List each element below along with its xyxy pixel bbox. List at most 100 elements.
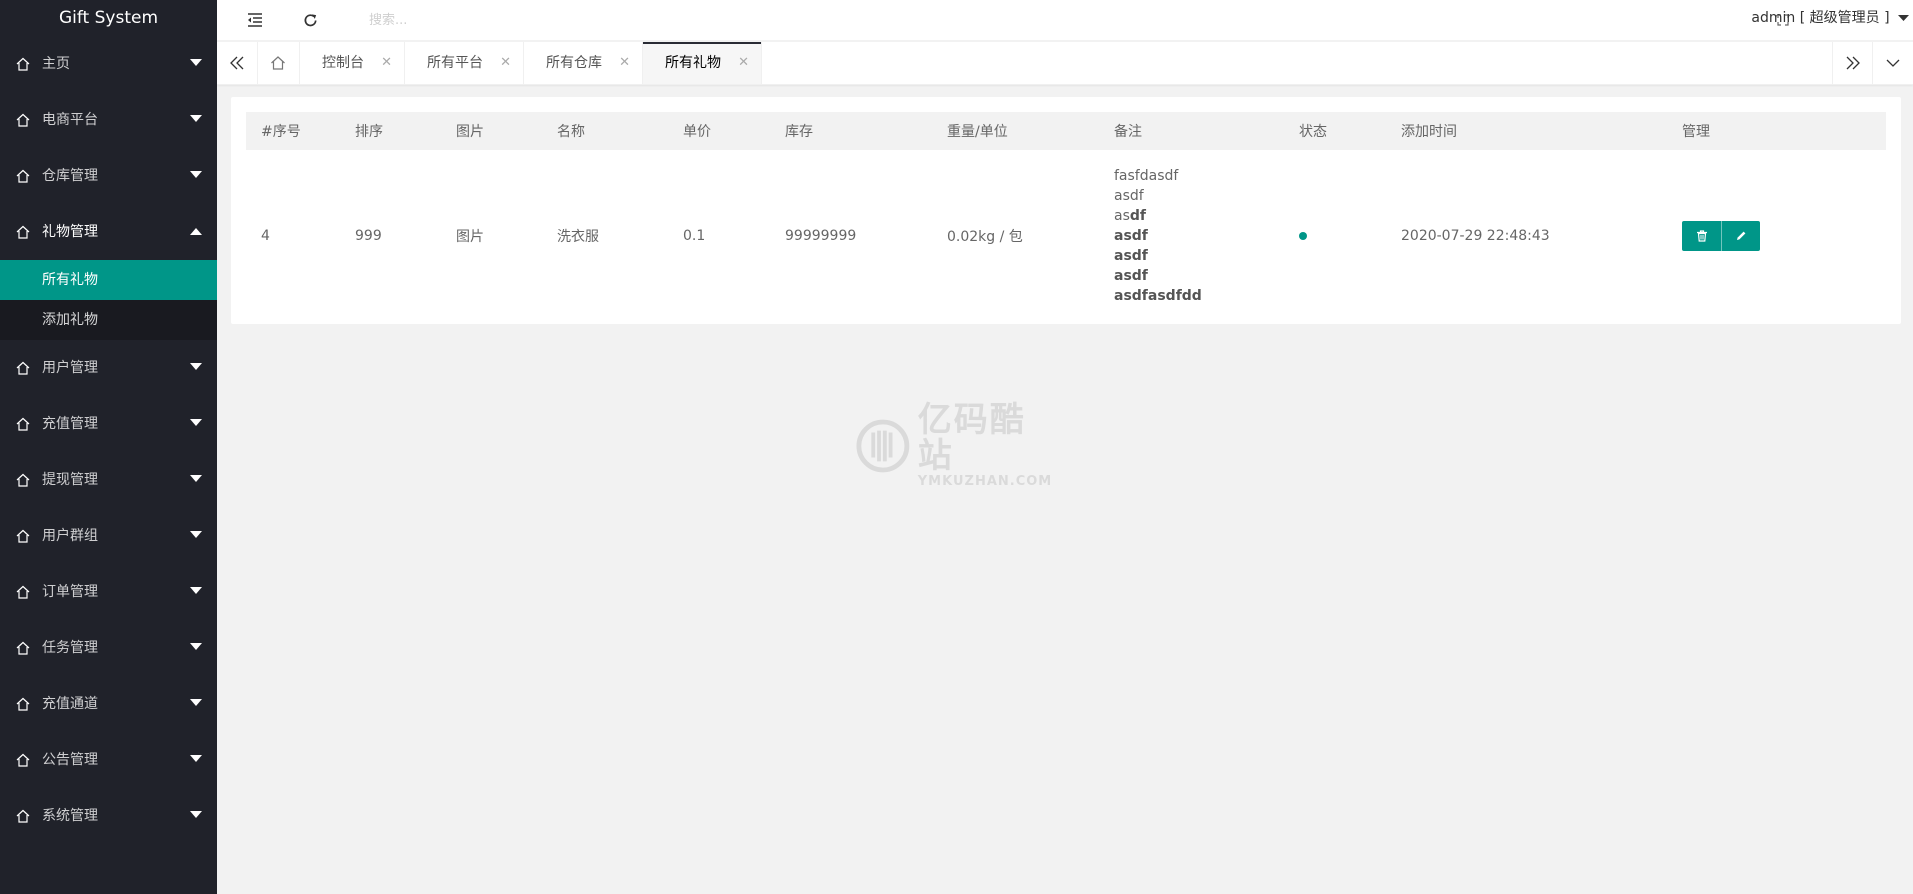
remark-bold-text: asdf bbox=[1114, 268, 1148, 284]
tabs-bar: 控制台 ✕ 所有平台 ✕ 所有仓库 ✕ 所有礼物 ✕ bbox=[217, 42, 1913, 85]
watermark-subtitle: YMKUZHAN.COM bbox=[917, 474, 1053, 489]
close-icon[interactable]: ✕ bbox=[738, 42, 749, 84]
chevron-down-icon bbox=[190, 475, 202, 482]
remark-bold-text: df bbox=[1129, 208, 1146, 224]
submenu-item-all-gifts[interactable]: 所有礼物 bbox=[0, 260, 217, 300]
toggle-sidebar-button[interactable] bbox=[230, 0, 280, 40]
sidebar-item-label: 提现管理 bbox=[42, 472, 98, 488]
sidebar-item-tasks[interactable]: 任务管理 bbox=[0, 620, 217, 676]
sidebar-item-label: 礼物管理 bbox=[42, 224, 98, 240]
close-icon[interactable]: ✕ bbox=[619, 42, 630, 84]
cell-id: 4 bbox=[261, 228, 270, 244]
home-icon bbox=[16, 529, 30, 543]
column-header: 管理 bbox=[1682, 124, 1710, 140]
remark-text: as bbox=[1114, 208, 1130, 224]
menu-collapse-icon bbox=[248, 13, 262, 27]
tab-list: 控制台 ✕ 所有平台 ✕ 所有仓库 ✕ 所有礼物 ✕ bbox=[257, 42, 762, 84]
home-icon bbox=[16, 169, 30, 183]
chevron-down-icon bbox=[190, 115, 202, 122]
remark-line: asdf bbox=[1114, 246, 1269, 266]
refresh-button[interactable] bbox=[285, 0, 335, 40]
cell-status bbox=[1284, 150, 1386, 322]
column-header: 图片 bbox=[456, 124, 484, 140]
close-icon[interactable]: ✕ bbox=[381, 42, 392, 84]
cell-added-time: 2020-07-29 22:48:43 bbox=[1401, 228, 1550, 244]
sidebar-item-label: 用户群组 bbox=[42, 528, 98, 544]
sidebar-item-users[interactable]: 用户管理 bbox=[0, 340, 217, 396]
sidebar-item-label: 主页 bbox=[42, 56, 70, 72]
column-header: 单价 bbox=[683, 124, 711, 140]
sidebar-item-announcements[interactable]: 公告管理 bbox=[0, 732, 217, 788]
home-icon bbox=[16, 57, 30, 71]
sidebar-item-system[interactable]: 系统管理 bbox=[0, 788, 217, 844]
home-icon bbox=[271, 56, 285, 70]
chevron-down-icon bbox=[1886, 59, 1900, 67]
chevron-down-icon bbox=[190, 363, 202, 370]
tab-all-platforms[interactable]: 所有平台 ✕ bbox=[405, 42, 524, 84]
sidebar-item-withdraw[interactable]: 提现管理 bbox=[0, 452, 217, 508]
remark-bold-text: asdf bbox=[1114, 228, 1148, 244]
home-icon bbox=[16, 809, 30, 823]
gift-submenu: 所有礼物 添加礼物 bbox=[0, 260, 217, 340]
cell-price: 0.1 bbox=[683, 228, 706, 244]
column-header: 名称 bbox=[557, 124, 585, 140]
cell-image: 图片 bbox=[456, 229, 484, 245]
home-icon bbox=[16, 417, 30, 431]
cell-weight: 0.02kg / 包 bbox=[947, 229, 1023, 245]
tab-all-warehouses[interactable]: 所有仓库 ✕ bbox=[524, 42, 643, 84]
sidebar-item-home[interactable]: 主页 bbox=[0, 36, 217, 92]
chevron-down-icon bbox=[190, 699, 202, 706]
submenu-item-add-gift[interactable]: 添加礼物 bbox=[0, 300, 217, 340]
column-header: 排序 bbox=[355, 124, 383, 140]
home-icon bbox=[16, 361, 30, 375]
gift-table: #序号 排序 图片 名称 单价 库存 重量/单位 备注 状态 添加时间 管理 4… bbox=[246, 112, 1886, 322]
cell-name: 洗衣服 bbox=[557, 229, 599, 245]
search-input[interactable] bbox=[367, 7, 671, 33]
sidebar-item-orders[interactable]: 订单管理 bbox=[0, 564, 217, 620]
delete-button[interactable] bbox=[1682, 221, 1721, 251]
watermark-title: 亿码酷站 bbox=[917, 400, 1026, 476]
cell-sort: 999 bbox=[355, 228, 382, 244]
home-icon bbox=[16, 113, 30, 127]
column-header: 添加时间 bbox=[1401, 124, 1457, 140]
tabs-scroll-right-button[interactable] bbox=[1832, 42, 1873, 84]
double-chevron-left-icon bbox=[230, 56, 244, 70]
tabs-scroll-left-button[interactable] bbox=[217, 42, 258, 84]
sidebar-item-recharge-channel[interactable]: 充值通道 bbox=[0, 676, 217, 732]
home-icon bbox=[16, 697, 30, 711]
sidebar-item-gifts[interactable]: 礼物管理 bbox=[0, 204, 217, 260]
watermark-text: 亿码酷站 YMKUZHAN.COM bbox=[918, 402, 1056, 490]
cell-actions bbox=[1667, 150, 1886, 322]
status-dot-icon bbox=[1299, 232, 1307, 240]
remark-line: asdf bbox=[1114, 266, 1269, 286]
close-icon[interactable]: ✕ bbox=[500, 42, 511, 84]
sidebar: Gift System 主页 电商平台 仓库管理 礼物管理 所有礼物 添加礼物 bbox=[0, 0, 217, 894]
tab-label: 控制台 bbox=[322, 55, 364, 71]
user-menu[interactable]: admin [ 超级管理员 ] bbox=[1751, 0, 1913, 36]
home-icon bbox=[16, 225, 30, 239]
tab-label: 所有礼物 bbox=[665, 55, 721, 71]
tab-console[interactable]: 控制台 ✕ bbox=[300, 42, 405, 84]
tab-home[interactable] bbox=[257, 42, 300, 84]
sidebar-item-label: 充值管理 bbox=[42, 416, 98, 432]
sidebar-item-recharge[interactable]: 充值管理 bbox=[0, 396, 217, 452]
home-icon bbox=[16, 473, 30, 487]
sidebar-item-warehouse[interactable]: 仓库管理 bbox=[0, 148, 217, 204]
remark-line: asdf bbox=[1114, 226, 1269, 246]
column-header: #序号 bbox=[261, 124, 301, 140]
home-icon bbox=[16, 641, 30, 655]
tab-all-gifts[interactable]: 所有礼物 ✕ bbox=[643, 42, 762, 84]
remark-line: asdf bbox=[1114, 206, 1269, 226]
column-header: 库存 bbox=[785, 124, 813, 140]
sidebar-item-label: 充值通道 bbox=[42, 696, 98, 712]
edit-button[interactable] bbox=[1721, 221, 1760, 251]
chevron-down-icon bbox=[190, 171, 202, 178]
sidebar-item-label: 任务管理 bbox=[42, 640, 98, 656]
chevron-down-icon bbox=[190, 587, 202, 594]
sidebar-item-user-groups[interactable]: 用户群组 bbox=[0, 508, 217, 564]
row-actions bbox=[1682, 221, 1760, 251]
cell-stock: 99999999 bbox=[785, 228, 857, 244]
remark-line: asdf bbox=[1114, 188, 1144, 204]
tabs-more-button[interactable] bbox=[1872, 42, 1913, 84]
sidebar-item-platforms[interactable]: 电商平台 bbox=[0, 92, 217, 148]
